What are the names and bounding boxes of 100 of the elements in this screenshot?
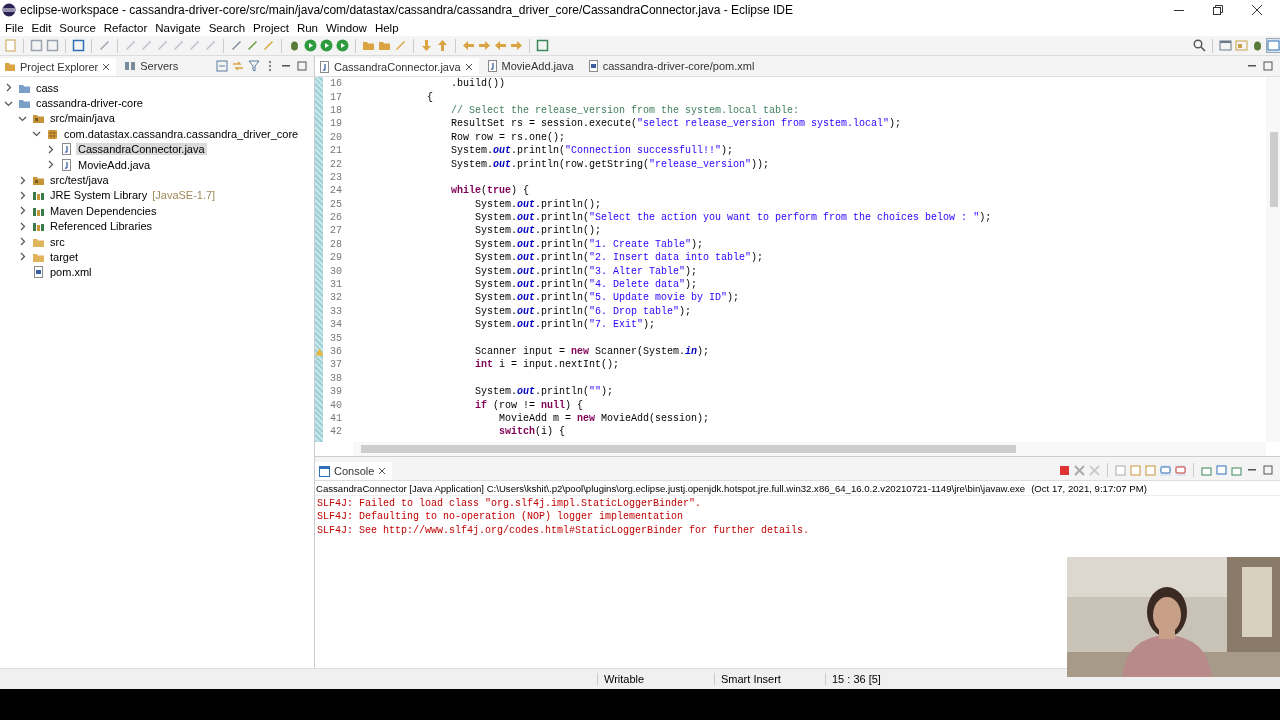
line-number: 34 (329, 319, 342, 331)
tree-item[interactable]: Referenced Libraries (48, 220, 155, 233)
perspective-icon[interactable] (1219, 39, 1232, 52)
java-perspective-icon[interactable] (1235, 39, 1248, 52)
close-icon[interactable] (464, 63, 473, 71)
run-icon[interactable] (304, 39, 317, 52)
library-icon (32, 220, 45, 233)
console-output-line: SLF4J: Defaulting to no-operation (NOP) logger implementation (317, 511, 685, 525)
menu-item[interactable]: Help (373, 21, 404, 34)
maximize-icon[interactable] (1262, 464, 1274, 476)
remove-launch-icon[interactable] (1074, 464, 1085, 476)
menu-item[interactable]: Navigate (154, 21, 206, 34)
tree-item[interactable]: target (48, 251, 81, 263)
tree-item[interactable]: com.datastax.cassandra.cassandra_driver_core (62, 127, 301, 140)
collapse-all-icon[interactable] (216, 60, 228, 72)
line-number: 23 (329, 171, 342, 183)
tree-item[interactable]: cassandra-driver-core (34, 97, 145, 110)
code-line: switch(i) { (498, 426, 566, 438)
code-line: System.out.println("7. Exit"); (474, 319, 656, 331)
arrow-up-icon[interactable] (436, 39, 449, 52)
line-number: 19 (329, 118, 342, 130)
line-number: 41 (329, 412, 342, 424)
arrow-down-icon[interactable] (420, 39, 433, 52)
menu-item[interactable]: Source (58, 21, 101, 34)
close-icon[interactable] (378, 467, 387, 475)
tree-item[interactable]: MovieAdd.java (76, 158, 153, 171)
view-tab[interactable]: Project Explorer (0, 56, 117, 76)
run-icon[interactable] (336, 39, 349, 52)
run-icon[interactable] (320, 39, 333, 52)
library-icon (32, 189, 45, 202)
line-number: 17 (329, 91, 342, 103)
code-line: { (426, 91, 433, 103)
new-file-icon[interactable] (4, 39, 17, 52)
maximize-icon[interactable] (296, 60, 308, 72)
code-line: System.out.println(row.getString("release_version")); (450, 158, 770, 170)
line-number: 31 (329, 279, 342, 291)
package-folder-icon (32, 174, 45, 187)
servers-icon (124, 60, 137, 72)
code-line: int i = input.nextInt(); (474, 359, 620, 371)
code-line: System.out.println("4. Delete data"); (474, 279, 698, 291)
view-tab[interactable]: Servers (120, 56, 185, 76)
tree-item[interactable]: Maven Dependencies (48, 204, 159, 217)
status-field: 15 : 36 [5] (825, 673, 932, 685)
window-icon[interactable] (536, 39, 549, 52)
menu-item[interactable]: File (4, 21, 29, 34)
tree-item[interactable]: CassandraConnector.java (76, 143, 207, 156)
scrollbar[interactable] (353, 442, 1266, 456)
console-tab[interactable]: Console (315, 460, 393, 480)
arrow-right-icon[interactable] (478, 39, 491, 52)
tree-item[interactable]: src (48, 235, 67, 248)
project-icon (18, 97, 31, 110)
menu-item[interactable]: Edit (30, 21, 57, 34)
close-icon[interactable] (1252, 4, 1262, 15)
tree-item[interactable]: src/main/java (48, 112, 117, 125)
code-line: System.out.println("2. Insert data into table"); (474, 252, 764, 264)
folder-icon[interactable] (362, 39, 375, 52)
editor-tab[interactable]: CassandraConnector.java (315, 56, 479, 76)
search-icon[interactable] (1193, 39, 1206, 52)
tree-item[interactable]: cass (34, 81, 61, 94)
java-file-icon (486, 60, 498, 72)
window-title: eclipse-workspace - cassandra-driver-core/src/main/java/com/datastax/cassandra/cassandra_driver_core/CassandraConnector.java - Eclipse IDE (20, 2, 793, 17)
arrow-right-icon[interactable] (510, 39, 523, 52)
line-number: 22 (329, 158, 342, 170)
code-line: System.out.println("1. Create Table"); (474, 238, 704, 250)
tree-item[interactable]: JRE System Library (48, 189, 150, 202)
java-file-icon (60, 143, 73, 156)
line-number: 37 (329, 359, 342, 371)
menu-item[interactable]: Refactor (102, 21, 153, 34)
code-line: System.out.println("Select the action you want to perform from the choices below : "); (474, 212, 992, 224)
close-icon[interactable] (102, 63, 111, 71)
restore-icon[interactable] (1213, 4, 1223, 15)
code-line: System.out.println(); (474, 225, 602, 237)
code-line: System.out.println("3. Alter Table"); (474, 265, 698, 277)
editor-tab[interactable]: MovieAdd.java (482, 56, 580, 76)
bug-icon[interactable] (288, 39, 301, 52)
line-number: 39 (329, 386, 342, 398)
tree-item[interactable]: pom.xml (48, 266, 94, 279)
folder-icon (4, 61, 16, 73)
jee-perspective-icon[interactable] (1267, 39, 1280, 52)
tree-item[interactable]: src/test/java (48, 174, 111, 187)
line-number: 29 (329, 252, 342, 264)
folder-icon[interactable] (378, 39, 391, 52)
line-number: 25 (329, 198, 342, 210)
arrow-left-icon[interactable] (494, 39, 507, 52)
arrow-left-icon[interactable] (462, 39, 475, 52)
menu-item[interactable]: Project (252, 21, 294, 34)
link-icon[interactable] (232, 60, 244, 72)
filter-icon[interactable] (248, 60, 260, 72)
terminate-icon[interactable] (1059, 464, 1070, 476)
menu-item[interactable]: Window (325, 21, 372, 34)
debug-perspective-icon[interactable] (1251, 39, 1264, 52)
code-line: while(true) { (450, 185, 530, 197)
menu-item[interactable]: Search (207, 21, 251, 34)
code-line: .build()) (450, 78, 506, 90)
line-number: 28 (329, 238, 342, 250)
maximize-icon[interactable] (1262, 60, 1274, 72)
line-number: 36 (329, 346, 342, 357)
editor-tab[interactable]: cassandra-driver-core/pom.xml (583, 56, 761, 76)
menu-item[interactable]: Run (295, 21, 323, 34)
scrollbar[interactable] (1266, 77, 1280, 442)
